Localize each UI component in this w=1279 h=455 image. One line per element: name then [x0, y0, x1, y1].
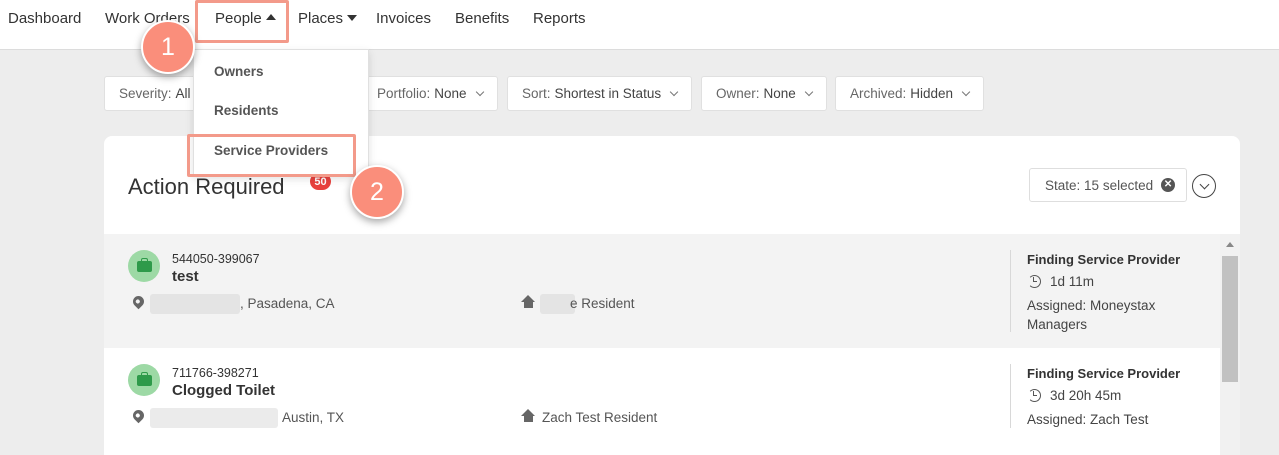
caret-down-icon	[347, 15, 358, 22]
filter-value: Shortest in Status	[554, 86, 662, 101]
assigned-to: Assigned: Zach Test	[1027, 412, 1149, 427]
owner-filter[interactable]: Owner: None	[701, 76, 827, 111]
history-clock-icon	[1028, 389, 1041, 402]
nav-reports[interactable]: Reports	[533, 10, 586, 27]
filter-value: None	[763, 86, 796, 101]
portfolio-filter[interactable]: Portfolio: None	[362, 76, 498, 111]
nav-places[interactable]: Places	[298, 10, 358, 27]
map-pin-icon	[130, 293, 147, 310]
column-divider	[1010, 364, 1011, 428]
scrollbar[interactable]	[1220, 234, 1240, 455]
highlight-people-nav	[195, 0, 289, 43]
state-filter-label: State:	[1045, 177, 1081, 193]
work-order-address: Austin, TX	[282, 410, 345, 425]
work-order-status: Finding Service Provider	[1027, 252, 1181, 267]
menu-item-residents[interactable]: Residents	[214, 103, 279, 118]
nav-dashboard[interactable]: Dashboard	[8, 10, 81, 27]
filter-label: Severity:	[119, 86, 172, 101]
collapse-button[interactable]	[1192, 174, 1216, 198]
filter-label: Portfolio:	[377, 86, 431, 101]
redacted-address	[150, 408, 278, 428]
close-circle-icon[interactable]: ✕	[1161, 178, 1176, 192]
filter-value: Hidden	[910, 86, 954, 101]
work-order-resident: e Resident	[570, 296, 635, 311]
time-in-status: 3d 20h 45m	[1050, 388, 1122, 403]
redacted-address	[150, 294, 240, 314]
map-pin-icon	[130, 407, 147, 424]
menu-item-owners[interactable]: Owners	[214, 64, 264, 79]
sort-filter[interactable]: Sort: Shortest in Status	[507, 76, 693, 111]
work-order-resident: Zach Test Resident	[542, 410, 658, 425]
state-filter[interactable]: State: 15 selected ✕	[1029, 168, 1188, 202]
severity-filter[interactable]: Severity: All	[104, 76, 199, 111]
column-divider	[1010, 250, 1011, 332]
archived-filter[interactable]: Archived: Hidden	[835, 76, 985, 111]
filter-label: Sort:	[522, 86, 551, 101]
home-icon	[521, 295, 536, 309]
highlight-service-providers	[187, 134, 356, 177]
chevron-down-icon	[961, 87, 971, 96]
chevron-down-icon	[669, 87, 679, 96]
section-title: Action Required	[128, 174, 285, 199]
nav-benefits[interactable]: Benefits	[455, 10, 509, 27]
chevron-down-icon	[804, 87, 814, 96]
nav-places-label: Places	[298, 10, 344, 27]
briefcase-icon	[128, 364, 160, 396]
assigned-to: Assigned: Moneystax Managers	[1027, 298, 1156, 332]
work-order-status: Finding Service Provider	[1027, 366, 1181, 381]
work-order-number: 711766-398271	[172, 366, 259, 380]
step-marker-1: 1	[141, 20, 195, 74]
work-order-title: Clogged Toilet	[172, 382, 276, 399]
work-order-row[interactable]: 711766-398271 Clogged Toilet Austin, TX …	[104, 348, 1220, 444]
work-order-number: 544050-399067	[172, 252, 260, 266]
briefcase-icon	[128, 250, 160, 282]
scrollbar-thumb[interactable]	[1222, 256, 1238, 382]
filter-value: None	[434, 86, 467, 101]
step-marker-2: 2	[350, 165, 404, 219]
history-clock-icon	[1028, 275, 1041, 288]
filter-value: All	[175, 86, 191, 101]
work-order-row[interactable]: 544050-399067 test , Pasadena, CA e Resi…	[104, 234, 1220, 348]
state-filter-value: 15 selected	[1084, 177, 1154, 193]
chevron-down-icon	[475, 87, 484, 96]
scroll-up-arrow-icon[interactable]	[1226, 242, 1234, 247]
nav-invoices[interactable]: Invoices	[376, 10, 431, 27]
home-icon	[521, 409, 536, 423]
chevron-down-icon	[1199, 179, 1209, 189]
work-order-title: test	[172, 268, 199, 285]
filter-label: Owner:	[716, 86, 760, 101]
action-required-card: Action Required 50 State: 15 selected ✕ …	[104, 136, 1240, 455]
time-in-status: 1d 11m	[1050, 274, 1095, 289]
work-order-address: , Pasadena, CA	[240, 296, 335, 311]
filter-label: Archived:	[850, 86, 907, 101]
